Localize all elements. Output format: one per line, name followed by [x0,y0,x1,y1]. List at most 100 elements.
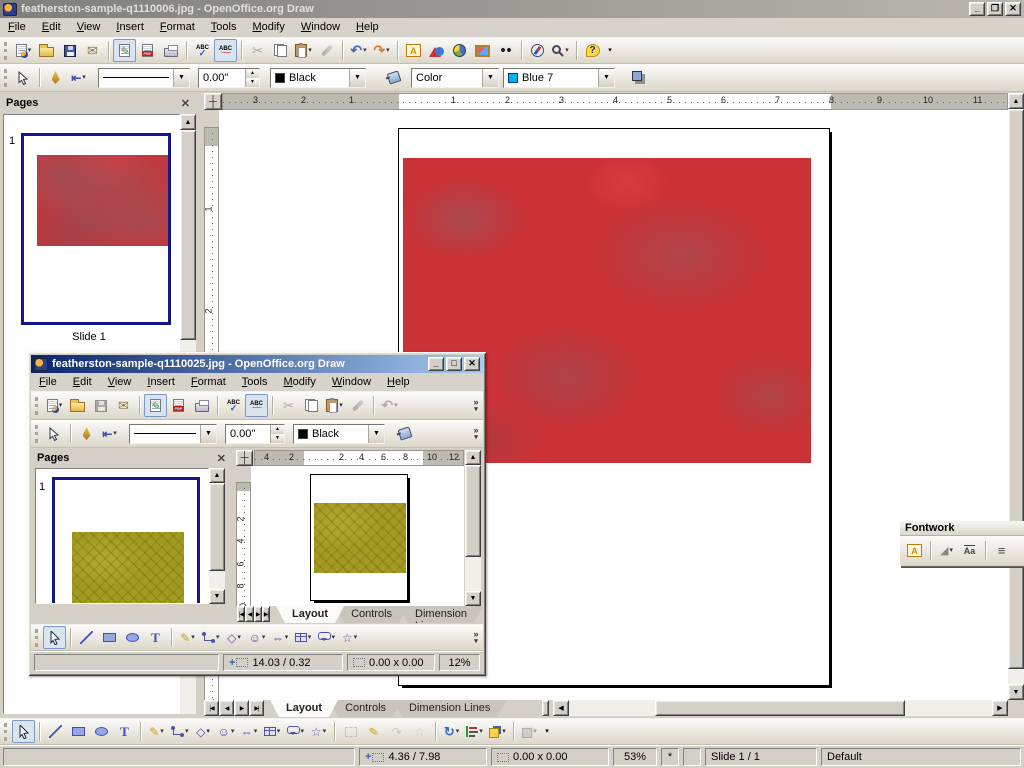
paste-button[interactable]: ▾ [323,394,346,417]
fontwork-shape-button[interactable]: ◢▾ [935,539,958,562]
spellcheck-button[interactable]: ABC✓ [191,39,214,62]
callouts-button[interactable]: ▾ [284,720,308,743]
new-button[interactable]: ▾ [12,39,35,62]
toolbar-grip[interactable] [4,42,7,60]
shadow-button[interactable] [627,66,650,89]
basic-shapes-button[interactable]: ◇▾ [192,720,215,743]
menu-edit[interactable]: Edit [34,18,69,37]
ellipse-tool-button[interactable] [121,626,144,649]
menu-help[interactable]: Help [348,18,387,37]
export-pdf-button[interactable] [167,394,190,417]
text-tool-button[interactable]: T [113,720,136,743]
toolbar-grip[interactable] [35,425,38,443]
arrow-style-button[interactable]: ⇤▾ [98,422,121,445]
open-button[interactable] [66,394,89,417]
fill-color-select[interactable]: Blue 7 ▼ [503,68,615,88]
menu-tools[interactable]: Tools [203,18,245,37]
rectangle-tool-button[interactable] [98,626,121,649]
connector-tool-button[interactable]: ▾ [199,626,223,649]
status-position-field[interactable]: + 4.36 / 7.98 [359,748,487,766]
curve-tool-button[interactable]: ✎▾ [176,626,199,649]
line-width-value[interactable]: 0.00" [226,425,270,443]
slide-thumbnail[interactable] [21,133,171,325]
status-size-field[interactable]: 0.00 x 0.00 [491,748,609,766]
fill-button[interactable] [393,422,416,445]
menu-edit[interactable]: Edit [65,373,100,392]
status-size-field[interactable]: 0.00 x 0.00 [347,654,435,671]
symbol-shapes-button[interactable]: ☺▾ [246,626,269,649]
email-button[interactable]: ✉ [81,39,104,62]
restore-button[interactable]: ❐ [987,2,1003,16]
line-color-dropdown-button[interactable]: ▼ [349,69,365,87]
menu-format[interactable]: Format [183,373,234,392]
main-vscrollbar[interactable]: ▲ ▼ [1008,93,1024,700]
child-titlebar[interactable]: featherston-sample-q1110025.jpg - OpenOf… [31,355,483,373]
line-button[interactable] [75,422,98,445]
gallery-button[interactable] [425,39,448,62]
scroll-up-icon[interactable]: ▲ [1008,93,1024,109]
cut-button[interactable]: ✂ [277,394,300,417]
slide-thumbnail[interactable] [52,477,200,604]
points-button[interactable] [339,720,362,743]
next-page-button[interactable]: ▶ [254,606,262,622]
maximize-button[interactable]: □ [446,357,462,371]
fontwork-gallery-button[interactable]: A [402,39,425,62]
pages-scrollbar[interactable]: ▲ ▼ [209,468,225,604]
previous-page-button[interactable]: ◀ [245,606,253,622]
rotate-button[interactable]: ↻▾ [440,720,463,743]
status-slide-field[interactable]: Slide 1 / 1 [705,748,817,766]
hscrollbar-thumb[interactable] [655,700,905,716]
line-tool-button[interactable] [44,720,67,743]
ruler-origin-button[interactable]: ┼ [204,93,222,110]
email-button[interactable]: ✉ [112,394,135,417]
zoom-button[interactable]: ▾ [549,39,572,62]
menu-window[interactable]: Window [293,18,348,37]
scroll-up-icon[interactable]: ▲ [465,450,481,465]
symbol-shapes-button[interactable]: ☺▾ [215,720,238,743]
toolbar-grip[interactable] [35,397,38,415]
menu-modify[interactable]: Modify [244,18,292,37]
close-panel-icon[interactable]: ✕ [217,452,226,465]
scroll-up-icon[interactable]: ▲ [180,114,196,130]
spin-down-icon[interactable]: ▼ [271,434,284,443]
edit-file-button[interactable]: ✎ [144,394,167,417]
callouts-button[interactable]: ▾ [315,626,339,649]
paste-button[interactable]: ▾ [292,39,315,62]
menu-tools[interactable]: Tools [234,373,276,392]
save-button[interactable] [89,394,112,417]
last-page-button[interactable]: ▶| [249,700,264,716]
save-button[interactable] [58,39,81,62]
menu-insert[interactable]: Insert [139,373,183,392]
child-horizontal-ruler[interactable]: 4 2 2 4 6 8 10 12 [254,450,464,466]
menu-view[interactable]: View [100,373,140,392]
status-position-field[interactable]: + 14.03 / 0.32 [223,654,343,671]
status-zoom-field[interactable]: 12% [439,654,480,671]
glue-points-button[interactable]: ✎ [362,720,385,743]
last-page-button[interactable]: ▶| [262,606,270,622]
clone-formatting-button[interactable] [346,394,369,417]
media-button[interactable] [494,39,517,62]
stars-button[interactable]: ☆▾ [307,720,330,743]
close-button[interactable]: ✕ [1005,2,1021,16]
edit-points-button[interactable] [43,422,66,445]
scroll-right-icon[interactable]: ▶ [992,700,1008,716]
menu-view[interactable]: View [69,18,109,37]
fill-button[interactable] [382,66,405,89]
text-tool-button[interactable]: T [144,626,167,649]
rectangle-tool-button[interactable] [67,720,90,743]
fill-color-dropdown-button[interactable]: ▼ [598,69,614,87]
flowchart-button[interactable]: ▾ [261,720,284,743]
olive-texture-image[interactable] [314,503,406,573]
close-button[interactable]: ✕ [464,357,480,371]
pages-scrollbar-thumb[interactable] [209,483,225,571]
autospellcheck-button[interactable]: ABC~~~ [214,39,237,62]
menu-format[interactable]: Format [152,18,203,37]
navigator-button[interactable] [526,39,549,62]
first-page-button[interactable]: |◀ [237,606,245,622]
minimize-button[interactable]: _ [969,2,985,16]
toolbar-overflow-button[interactable]: »▾ [469,398,483,413]
line-color-dropdown-button[interactable]: ▼ [368,425,384,443]
toolbar-grip[interactable] [35,629,38,647]
open-button[interactable] [35,39,58,62]
line-tool-button[interactable] [75,626,98,649]
